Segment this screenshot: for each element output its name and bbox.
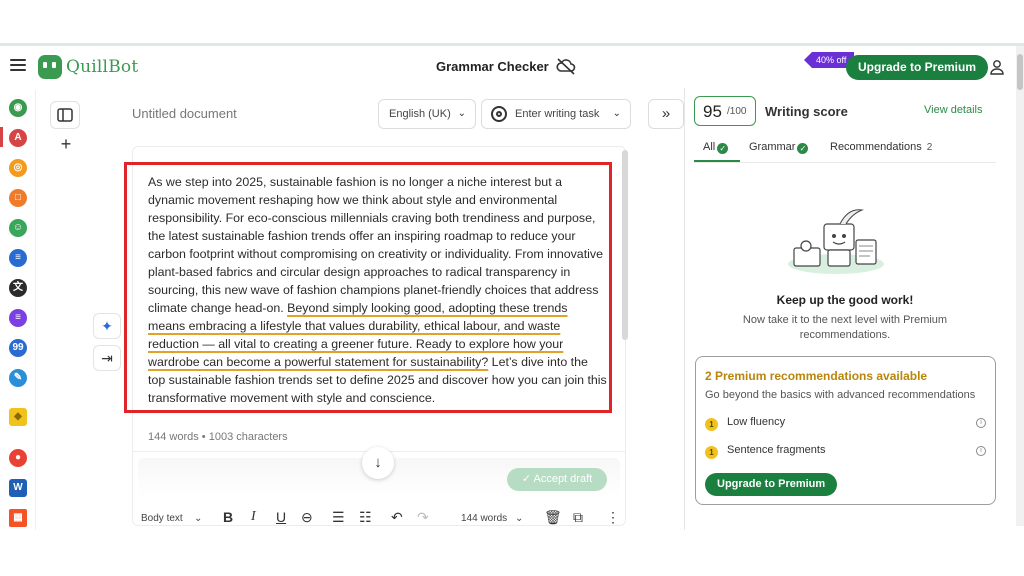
copy-icon[interactable]: ⧉ bbox=[573, 509, 583, 526]
sidebar-panel-icon bbox=[57, 108, 73, 122]
app-root: QuillBot Grammar Checker 40% off Upgrade… bbox=[0, 0, 1024, 576]
editor-scrollbar[interactable] bbox=[622, 150, 628, 340]
collapse-panel-button[interactable]: » bbox=[648, 99, 684, 129]
language-select[interactable]: English (UK) ⌄ bbox=[378, 99, 476, 129]
body-text: As we step into 2025, sustainable fashio… bbox=[148, 175, 603, 315]
rail-translator-icon[interactable]: 文 bbox=[9, 279, 27, 297]
premium-card-upgrade-button[interactable]: Upgrade to Premium bbox=[705, 473, 838, 496]
premium-recommendations-card: 2 Premium recommendations available Go b… bbox=[695, 356, 996, 505]
more-options-icon[interactable]: ⋮ bbox=[606, 509, 620, 526]
document-body[interactable]: As we step into 2025, sustainable fashio… bbox=[148, 173, 608, 407]
tab-all-label: All bbox=[703, 141, 716, 153]
encouragement-subtitle: Now take it to the next level with Premi… bbox=[742, 314, 948, 341]
side-tools: ✦ ⇥ bbox=[93, 313, 123, 373]
new-document-plus-icon[interactable]: + bbox=[55, 134, 77, 156]
info-icon[interactable]: i bbox=[976, 446, 986, 456]
link-icon[interactable]: ⊖ bbox=[301, 509, 313, 526]
rail-windows-icon[interactable]: ▦ bbox=[9, 509, 27, 527]
document-title[interactable]: Untitled document bbox=[132, 106, 237, 121]
app-header: QuillBot Grammar Checker 40% off Upgrade… bbox=[0, 46, 1016, 88]
language-value: English (UK) bbox=[389, 108, 451, 120]
scrollbar-thumb[interactable] bbox=[1017, 54, 1023, 90]
tools-rail: ◉ A ◎ □ ☺ ≡ 文 ≡ 99 ✎ ◆ ● W ▦ bbox=[0, 90, 36, 530]
numbered-list-icon[interactable]: ☷ bbox=[359, 509, 372, 526]
cloud-off-icon[interactable] bbox=[556, 57, 576, 75]
tabs-divider bbox=[694, 162, 996, 163]
tab-grammar[interactable]: Grammar ✓ bbox=[749, 141, 809, 154]
score-total: /100 bbox=[727, 106, 747, 117]
writing-task-select[interactable]: Enter writing task ⌄ bbox=[481, 99, 631, 129]
view-details-link[interactable]: View details bbox=[924, 104, 983, 116]
premium-item-sentence-fragments[interactable]: 1 Sentence fragments bbox=[705, 444, 825, 459]
scroll-down-arrow-icon[interactable]: ↓ bbox=[362, 447, 394, 479]
rail-chrome-icon[interactable]: ● bbox=[9, 449, 27, 467]
premium-card-subtitle: Go beyond the basics with advanced recom… bbox=[705, 389, 976, 401]
tab-recommendations-label: Recommendations bbox=[830, 141, 922, 153]
active-tool-indicator bbox=[0, 127, 3, 147]
accept-draft-label: Accept draft bbox=[533, 473, 593, 485]
italic-icon[interactable]: I bbox=[251, 509, 256, 525]
bullet-list-icon[interactable]: ☰ bbox=[332, 509, 345, 526]
premium-item-count: 1 bbox=[705, 446, 718, 459]
tab-all[interactable]: All ✓ bbox=[703, 141, 729, 154]
redo-icon[interactable]: ↷ bbox=[417, 509, 429, 526]
rail-citation-generator-icon[interactable]: ≡ bbox=[9, 309, 27, 327]
rail-grammar-checker-icon[interactable]: A bbox=[9, 129, 27, 147]
premium-card-title: 2 Premium recommendations available bbox=[705, 369, 928, 383]
rail-summarizer-icon[interactable]: ≡ bbox=[9, 249, 27, 267]
writing-score-label: Writing score bbox=[765, 104, 848, 119]
chevron-down-icon: ⌄ bbox=[457, 108, 466, 119]
ai-sparkle-icon[interactable]: ✦ bbox=[93, 313, 121, 339]
quillbot-logo[interactable]: QuillBot bbox=[38, 55, 138, 79]
rail-paraphraser-icon[interactable]: ◉ bbox=[9, 99, 27, 117]
text-style-select[interactable]: Body text bbox=[141, 513, 183, 524]
chevron-down-icon[interactable]: ⌄ bbox=[194, 513, 202, 524]
quick-action-arrow-icon[interactable]: ⇥ bbox=[93, 345, 121, 371]
tab-grammar-label: Grammar bbox=[749, 141, 796, 153]
user-account-icon[interactable] bbox=[989, 59, 1005, 75]
document-panel-toggle[interactable] bbox=[50, 101, 80, 129]
writing-task-placeholder: Enter writing task bbox=[515, 108, 600, 120]
bold-icon[interactable]: B bbox=[223, 509, 233, 525]
check-circle-icon: ✓ bbox=[717, 143, 729, 154]
rail-essay-writer-icon[interactable]: ✎ bbox=[9, 369, 27, 387]
accept-draft-button[interactable]: ✓ Accept draft bbox=[507, 468, 607, 491]
word-count: 144 words • 1003 characters bbox=[148, 431, 288, 443]
upgrade-premium-button[interactable]: Upgrade to Premium bbox=[846, 55, 989, 80]
score-value: 95 bbox=[703, 102, 722, 121]
premium-item-label: Sentence fragments bbox=[727, 444, 826, 456]
encouragement-title: Keep up the good work! bbox=[776, 293, 914, 307]
premium-item-low-fluency[interactable]: 1 Low fluency bbox=[705, 416, 785, 431]
rail-ai-detector-icon[interactable]: ◎ bbox=[9, 159, 27, 177]
rail-ai-humanizer-icon[interactable]: ☺ bbox=[9, 219, 27, 237]
rail-quote-finder-icon[interactable]: 99 bbox=[9, 339, 27, 357]
word-count-select[interactable]: 144 words bbox=[461, 513, 507, 524]
brand-name: QuillBot bbox=[66, 57, 139, 77]
info-icon[interactable]: i bbox=[976, 418, 986, 428]
rail-premium-diamond-icon[interactable]: ◆ bbox=[9, 408, 27, 426]
rail-plagiarism-checker-icon[interactable]: □ bbox=[9, 189, 27, 207]
page-scrollbar[interactable] bbox=[1016, 46, 1024, 526]
page-title: Grammar Checker bbox=[436, 59, 549, 74]
recommendations-count: 2 bbox=[926, 142, 933, 153]
premium-item-count: 1 bbox=[705, 418, 718, 431]
undo-icon[interactable]: ↶ bbox=[391, 509, 403, 526]
menu-icon[interactable] bbox=[10, 59, 26, 73]
rail-word-icon[interactable]: W bbox=[9, 479, 27, 497]
target-icon bbox=[491, 106, 507, 122]
chevron-down-icon: ⌄ bbox=[612, 108, 621, 119]
trash-icon[interactable]: 🗑 bbox=[544, 509, 562, 526]
writing-score-box: 95 /100 bbox=[694, 96, 756, 126]
check-circle-icon: ✓ bbox=[797, 143, 809, 154]
underline-icon[interactable]: U bbox=[276, 509, 286, 525]
quillbot-logo-icon bbox=[38, 55, 62, 79]
premium-item-label: Low fluency bbox=[727, 416, 786, 428]
robot-writer-illustration bbox=[788, 209, 884, 274]
chevron-down-icon[interactable]: ⌄ bbox=[515, 513, 523, 524]
tab-recommendations[interactable]: Recommendations 2 bbox=[830, 141, 932, 153]
format-toolbar: Body text ⌄ B I U ⊖ ☰ ☷ ↶ ↷ 144 words ⌄ … bbox=[132, 505, 626, 531]
